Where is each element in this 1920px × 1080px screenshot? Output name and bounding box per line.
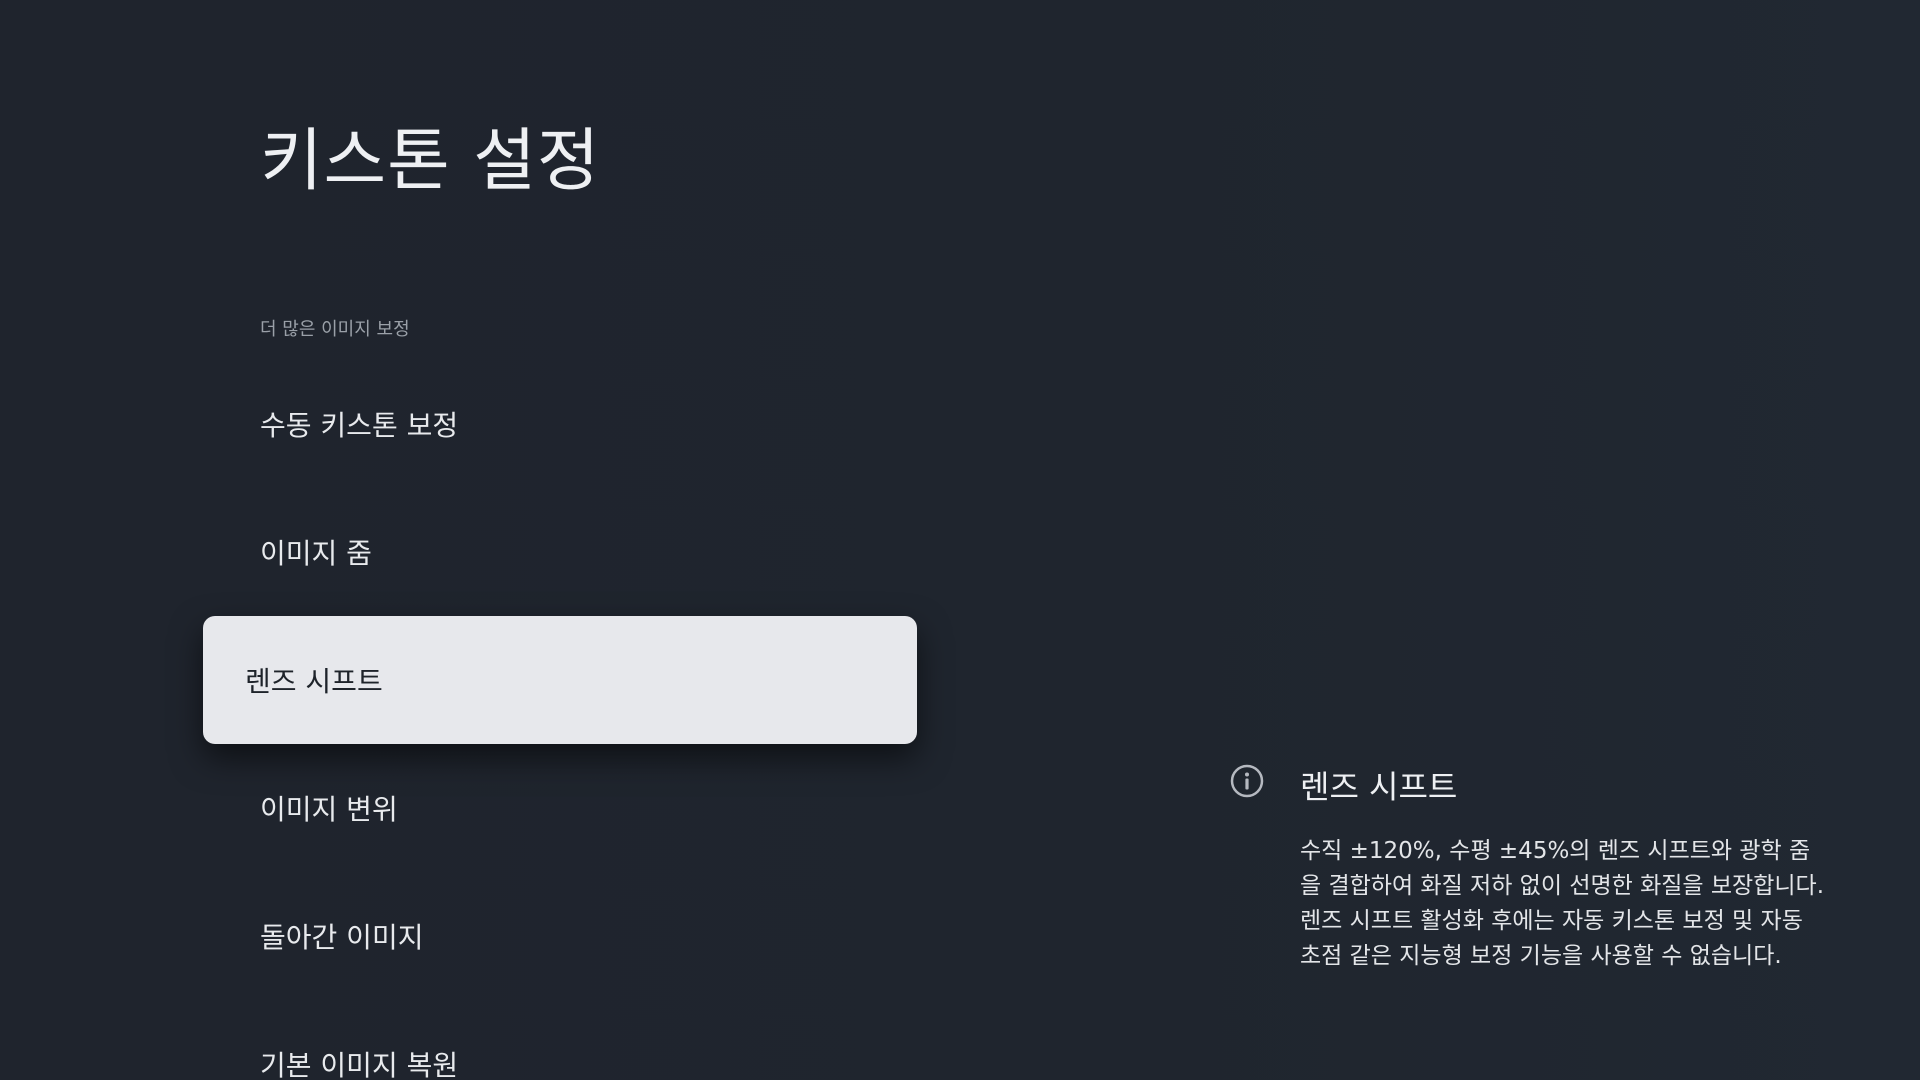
section-label: 더 많은 이미지 보정 <box>260 319 410 340</box>
menu-item-label: 기본 이미지 복원 <box>260 1049 459 1080</box>
settings-menu: 수동 키스톤 보정 이미지 줌 렌즈 시프트 이미지 변위 돌아간 이미지 기본… <box>203 360 917 1080</box>
keystone-settings-screen: 키스톤 설정 더 많은 이미지 보정 수동 키스톤 보정 이미지 줌 렌즈 시프… <box>0 0 1920 1080</box>
menu-item-label: 렌즈 시프트 <box>245 665 383 698</box>
page-title: 키스톤 설정 <box>260 122 601 201</box>
info-title: 렌즈 시프트 <box>1300 768 1458 806</box>
menu-item-label: 이미지 변위 <box>260 793 398 826</box>
menu-item-restore-default-image[interactable]: 기본 이미지 복원 <box>203 1000 917 1080</box>
menu-item-lens-shift[interactable]: 렌즈 시프트 <box>203 616 917 744</box>
menu-item-label: 수동 키스톤 보정 <box>260 409 459 442</box>
menu-item-label: 이미지 줌 <box>260 537 372 570</box>
menu-item-rotated-image[interactable]: 돌아간 이미지 <box>203 872 917 1000</box>
menu-item-label: 돌아간 이미지 <box>260 921 424 954</box>
menu-item-manual-keystone[interactable]: 수동 키스톤 보정 <box>203 360 917 488</box>
info-description: 수직 ±120%, 수평 ±45%의 렌즈 시프트와 광학 줌을 결합하여 화질… <box>1300 838 1825 969</box>
menu-item-image-shift[interactable]: 이미지 변위 <box>203 744 917 872</box>
menu-item-image-zoom[interactable]: 이미지 줌 <box>203 488 917 616</box>
info-circle-icon <box>1230 764 1264 798</box>
